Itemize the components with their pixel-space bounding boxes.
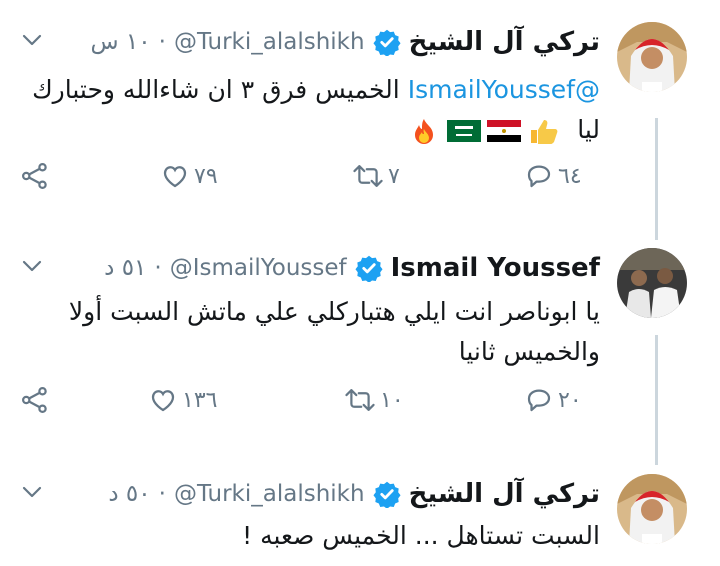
- timestamp[interactable]: ١٠ س: [91, 29, 151, 55]
- display-name[interactable]: Ismail Youssef: [391, 253, 600, 283]
- tweet[interactable]: تركي آل الشيخ @Turki_alalshikh · ٥٠ د ال…: [0, 474, 720, 566]
- retweet-count: ٧: [388, 163, 400, 189]
- mention-link[interactable]: @IsmailYoussef: [408, 75, 600, 104]
- user-handle[interactable]: @Turki_alalshikh: [174, 481, 365, 507]
- display-name[interactable]: تركي آل الشيخ: [409, 479, 600, 509]
- user-handle[interactable]: @Turki_alalshikh: [174, 29, 365, 55]
- reply-button[interactable]: ٢٠: [524, 380, 582, 420]
- tweet-text-line: الخميس فرق ٣ ان شاءالله وحتبارك: [32, 75, 408, 104]
- retweet-icon: [353, 165, 383, 187]
- share-button[interactable]: [20, 380, 50, 420]
- retweet-button[interactable]: ١٠: [344, 380, 404, 420]
- reply-button[interactable]: ٦٤: [524, 156, 582, 196]
- separator-dot: ·: [158, 481, 166, 507]
- share-icon: [22, 163, 47, 189]
- egypt-flag-icon: [487, 117, 522, 145]
- timestamp[interactable]: ٥١ د: [104, 255, 146, 281]
- separator-dot: ·: [154, 255, 162, 281]
- tweet-text-line: ليا: [577, 115, 600, 144]
- heart-icon: [151, 390, 175, 412]
- reply-count: ٢٠: [558, 387, 582, 413]
- tweet-actions: ١٣٦ ١٠ ٢٠: [0, 380, 720, 420]
- separator-dot: ·: [158, 29, 166, 55]
- reply-icon: [527, 389, 551, 412]
- chevron-down-icon[interactable]: [20, 480, 44, 504]
- tweet-text: @IsmailYoussef الخميس فرق ٣ ان شاءالله و…: [20, 70, 600, 150]
- user-handle[interactable]: @IsmailYoussef: [170, 255, 347, 281]
- share-button[interactable]: [20, 156, 50, 196]
- tweet-header: تركي آل الشيخ @Turki_alalshikh · ١٠ س: [91, 22, 600, 62]
- tweet-text-line: يا ابوناصر انت ايلي هتباركلي علي ماتش ال…: [68, 297, 600, 326]
- reply-icon: [527, 165, 551, 188]
- verified-badge-icon: [355, 254, 383, 282]
- like-count: ١٣٦: [182, 387, 218, 413]
- retweet-icon: [345, 389, 375, 411]
- like-button[interactable]: ٧٩: [160, 156, 218, 196]
- display-name[interactable]: تركي آل الشيخ: [409, 27, 600, 57]
- like-button[interactable]: ١٣٦: [148, 380, 217, 420]
- tweet-text-line: والخميس ثانيا: [458, 337, 600, 366]
- tweet-header: Ismail Youssef @IsmailYoussef · ٥١ د: [104, 248, 600, 288]
- tweet-text: السبت تستاهل ... الخميس صعبه !: [20, 516, 600, 556]
- retweet-button[interactable]: ٧: [352, 156, 400, 196]
- tweet-text: يا ابوناصر انت ايلي هتباركلي علي ماتش ال…: [20, 292, 600, 372]
- tweet-actions: ٧٩ ٧ ٦٤: [0, 156, 720, 196]
- fire-icon: [407, 117, 441, 145]
- heart-icon: [163, 166, 187, 188]
- avatar[interactable]: [617, 474, 687, 544]
- tweet[interactable]: تركي آل الشيخ @Turki_alalshikh · ١٠ س @I…: [0, 22, 720, 222]
- emoji-row: [407, 117, 561, 145]
- timestamp[interactable]: ٥٠ د: [108, 481, 150, 507]
- retweet-count: ١٠: [380, 387, 404, 413]
- avatar[interactable]: [617, 248, 687, 318]
- chevron-down-icon[interactable]: [20, 254, 44, 278]
- verified-badge-icon: [373, 28, 401, 56]
- reply-count: ٦٤: [558, 163, 582, 189]
- tweet-header: تركي آل الشيخ @Turki_alalshikh · ٥٠ د: [108, 474, 600, 514]
- saudi-flag-icon: [447, 117, 482, 145]
- verified-badge-icon: [373, 480, 401, 508]
- tweet-text-line: السبت تستاهل ... الخميس صعبه !: [242, 521, 600, 550]
- share-icon: [22, 387, 47, 413]
- chevron-down-icon[interactable]: [20, 28, 44, 52]
- like-count: ٧٩: [194, 163, 218, 189]
- tweet[interactable]: Ismail Youssef @IsmailYoussef · ٥١ د يا …: [0, 248, 720, 428]
- thumbs-up-icon: [527, 117, 561, 145]
- avatar[interactable]: [617, 22, 687, 92]
